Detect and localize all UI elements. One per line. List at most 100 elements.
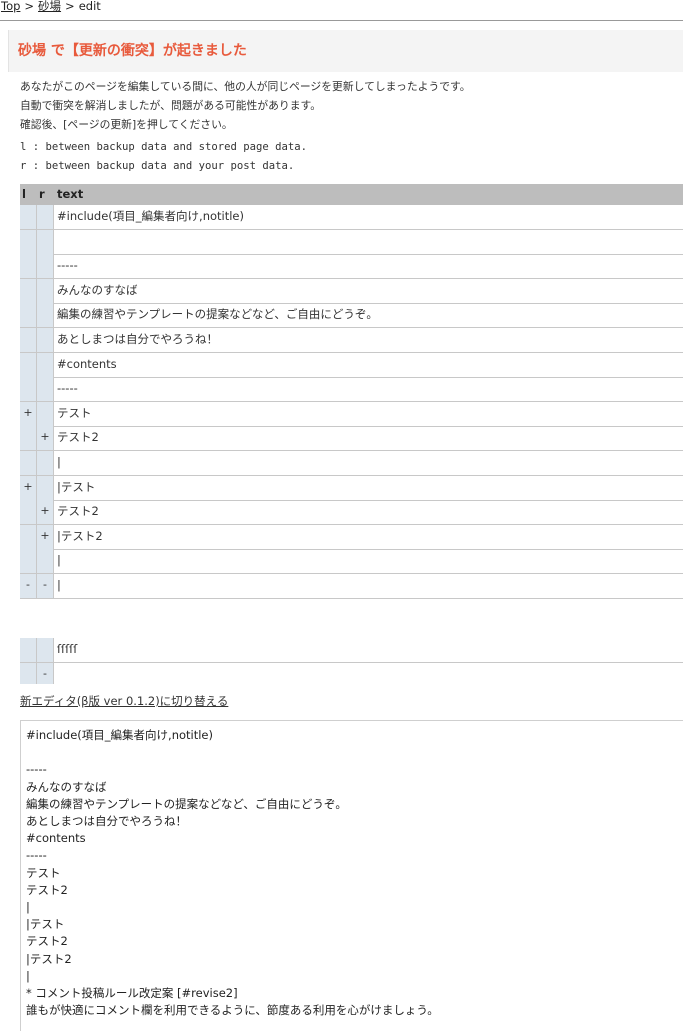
diff-table: l r text #include(項目_編集者向け,notitle) -----… <box>20 184 683 610</box>
diff-cell-r <box>37 401 54 426</box>
editor-line: | <box>26 900 30 914</box>
editor-line: テスト2 <box>26 934 68 949</box>
diff-row: あとしまつは自分でやろうね！ <box>20 328 683 353</box>
diff-cell-l <box>20 500 37 525</box>
diff-cell-l <box>20 278 37 303</box>
editor-line: あとしまつは自分でやろうね！ <box>26 814 187 828</box>
diff-cell-text: ----- <box>57 381 78 396</box>
conflict-message-3: 確認後、[ページの更新]を押してください。 <box>20 118 233 131</box>
diff-cell-r <box>37 549 54 574</box>
diff-cell-text: | <box>57 578 61 592</box>
conflict-message-1: あなたがこのページを編集している間に、他の人が同じページを更新してしまったようで… <box>20 80 471 93</box>
editor-line: テスト2 <box>26 882 68 897</box>
diff-cell-r: + <box>37 426 54 451</box>
diff-cell-r <box>37 377 54 402</box>
diff-row: - - | <box>20 574 683 599</box>
breadcrumb: Top > 砂場 > edit <box>1 0 101 14</box>
diff-row: 編集の練習やテンプレートの提案などなど、ご自由にどうぞ。 <box>20 303 683 329</box>
diff-cell-l: - <box>20 574 37 598</box>
breadcrumb-current: edit <box>78 0 101 13</box>
diff-table-tail: ſſſſſ - <box>20 638 683 684</box>
diff-cell-text: #include(項目_編集者向け,notitle) <box>57 209 244 223</box>
header-text: text <box>57 187 84 201</box>
editor-line: 誰もが快適にコメント欄を利用できるように、節度ある利用を心がけましょう。 <box>26 1003 439 1018</box>
diff-cell-text <box>55 230 57 254</box>
diff-row: #include(項目_編集者向け,notitle) <box>20 205 683 230</box>
diff-row: + |テスト <box>20 475 683 501</box>
diff-cell-l <box>20 524 37 549</box>
diff-cell-r <box>37 254 54 279</box>
diff-cell-r <box>37 229 54 254</box>
diff-cell-text: テスト2 <box>57 430 99 445</box>
diff-cell-l: + <box>20 475 37 500</box>
diff-cell-l <box>20 426 37 451</box>
diff-cell-text: #contents <box>57 356 117 371</box>
diff-row: + テスト2 <box>20 426 683 452</box>
edit-textarea[interactable]: #include(項目_編集者向け,notitle) ----- みんなのすなば編集… <box>20 720 683 1031</box>
editor-line: みんなのすなば <box>26 779 107 794</box>
breadcrumb-page-link[interactable]: 砂場 <box>38 0 61 13</box>
diff-cell-text: |テスト <box>57 479 96 494</box>
diff-cell-r <box>37 451 54 475</box>
diff-cell-l <box>20 229 37 254</box>
diff-cell-r <box>37 475 54 500</box>
legend-r: r : between backup data and your post da… <box>20 160 295 172</box>
diff-cell-l <box>20 328 37 352</box>
editor-line: テスト <box>26 865 61 880</box>
diff-cell-r <box>37 278 54 303</box>
diff-cell-r: - <box>37 662 54 684</box>
diff-cell-text: テスト2 <box>57 504 99 519</box>
diff-cell-l <box>20 254 37 279</box>
header-r: r <box>39 187 45 201</box>
editor-line: ----- <box>26 848 47 863</box>
diff-cell-r <box>37 352 54 377</box>
editor-line: |テスト <box>26 917 65 932</box>
diff-cell-text: ſſſſſ <box>57 642 78 656</box>
diff-row: みんなのすなば <box>20 278 683 304</box>
diff-row: ----- <box>20 254 683 280</box>
diff-row: + |テスト2 <box>20 524 683 550</box>
diff-row: - <box>20 662 683 684</box>
conflict-heading-box: 砂場 で【更新の衝突】が起きました <box>8 30 683 72</box>
diff-cell-r: + <box>37 500 54 525</box>
diff-cell-r <box>37 303 54 328</box>
editor-line: ----- <box>26 762 47 777</box>
diff-cell-text: ----- <box>57 258 78 273</box>
diff-cell-l <box>20 638 37 662</box>
diff-cell-l <box>20 205 37 229</box>
editor-line: * コメント投稿ルール改定案 [#revise2] <box>26 986 238 1000</box>
diff-cell-r <box>37 328 54 352</box>
diff-cell-text: 編集の練習やテンプレートの提案などなど、ご自由にどうぞ。 <box>57 307 378 322</box>
legend-l: l : between backup data and stored page … <box>20 141 308 153</box>
editor-line: 編集の練習やテンプレートの提案などなど、ご自由にどうぞ。 <box>26 796 347 811</box>
diff-cell-text: |テスト2 <box>57 528 103 543</box>
diff-row: + テスト <box>20 401 683 427</box>
top-bar: Top > 砂場 > edit <box>0 0 683 21</box>
editor-line: |テスト2 <box>26 951 72 966</box>
diff-cell-r: + <box>37 524 54 549</box>
diff-cell-l <box>20 662 37 684</box>
diff-row: ----- <box>20 377 683 403</box>
diff-cell-text <box>55 663 57 684</box>
diff-cell-text: テスト <box>57 405 92 420</box>
editor-line: #contents <box>26 831 86 846</box>
diff-cell-r <box>37 205 54 229</box>
diff-cell-l <box>20 549 37 574</box>
breadcrumb-separator: > <box>24 0 35 13</box>
diff-cell-l <box>20 352 37 377</box>
diff-row: | <box>20 549 683 575</box>
header-l: l <box>22 187 26 201</box>
page-title: 砂場 で【更新の衝突】が起きました <box>18 43 247 59</box>
diff-row: #contents <box>20 352 683 378</box>
conflict-message-2: 自動で衝突を解消しましたが、問題がある可能性があります。 <box>20 99 322 112</box>
editor-line: #include(項目_編集者向け,notitle) <box>26 728 213 742</box>
diff-row: + テスト2 <box>20 500 683 526</box>
diff-row: | <box>20 451 683 476</box>
editor-line: | <box>26 968 30 983</box>
diff-cell-l <box>20 377 37 402</box>
diff-cell-text: あとしまつは自分でやろうね！ <box>57 332 218 346</box>
breadcrumb-top-link[interactable]: Top <box>1 0 20 13</box>
switch-editor-link[interactable]: 新エディタ(β版 ver 0.1.2)に切り替える <box>20 693 228 709</box>
diff-row <box>20 229 683 255</box>
diff-table-header: l r text <box>20 184 683 205</box>
